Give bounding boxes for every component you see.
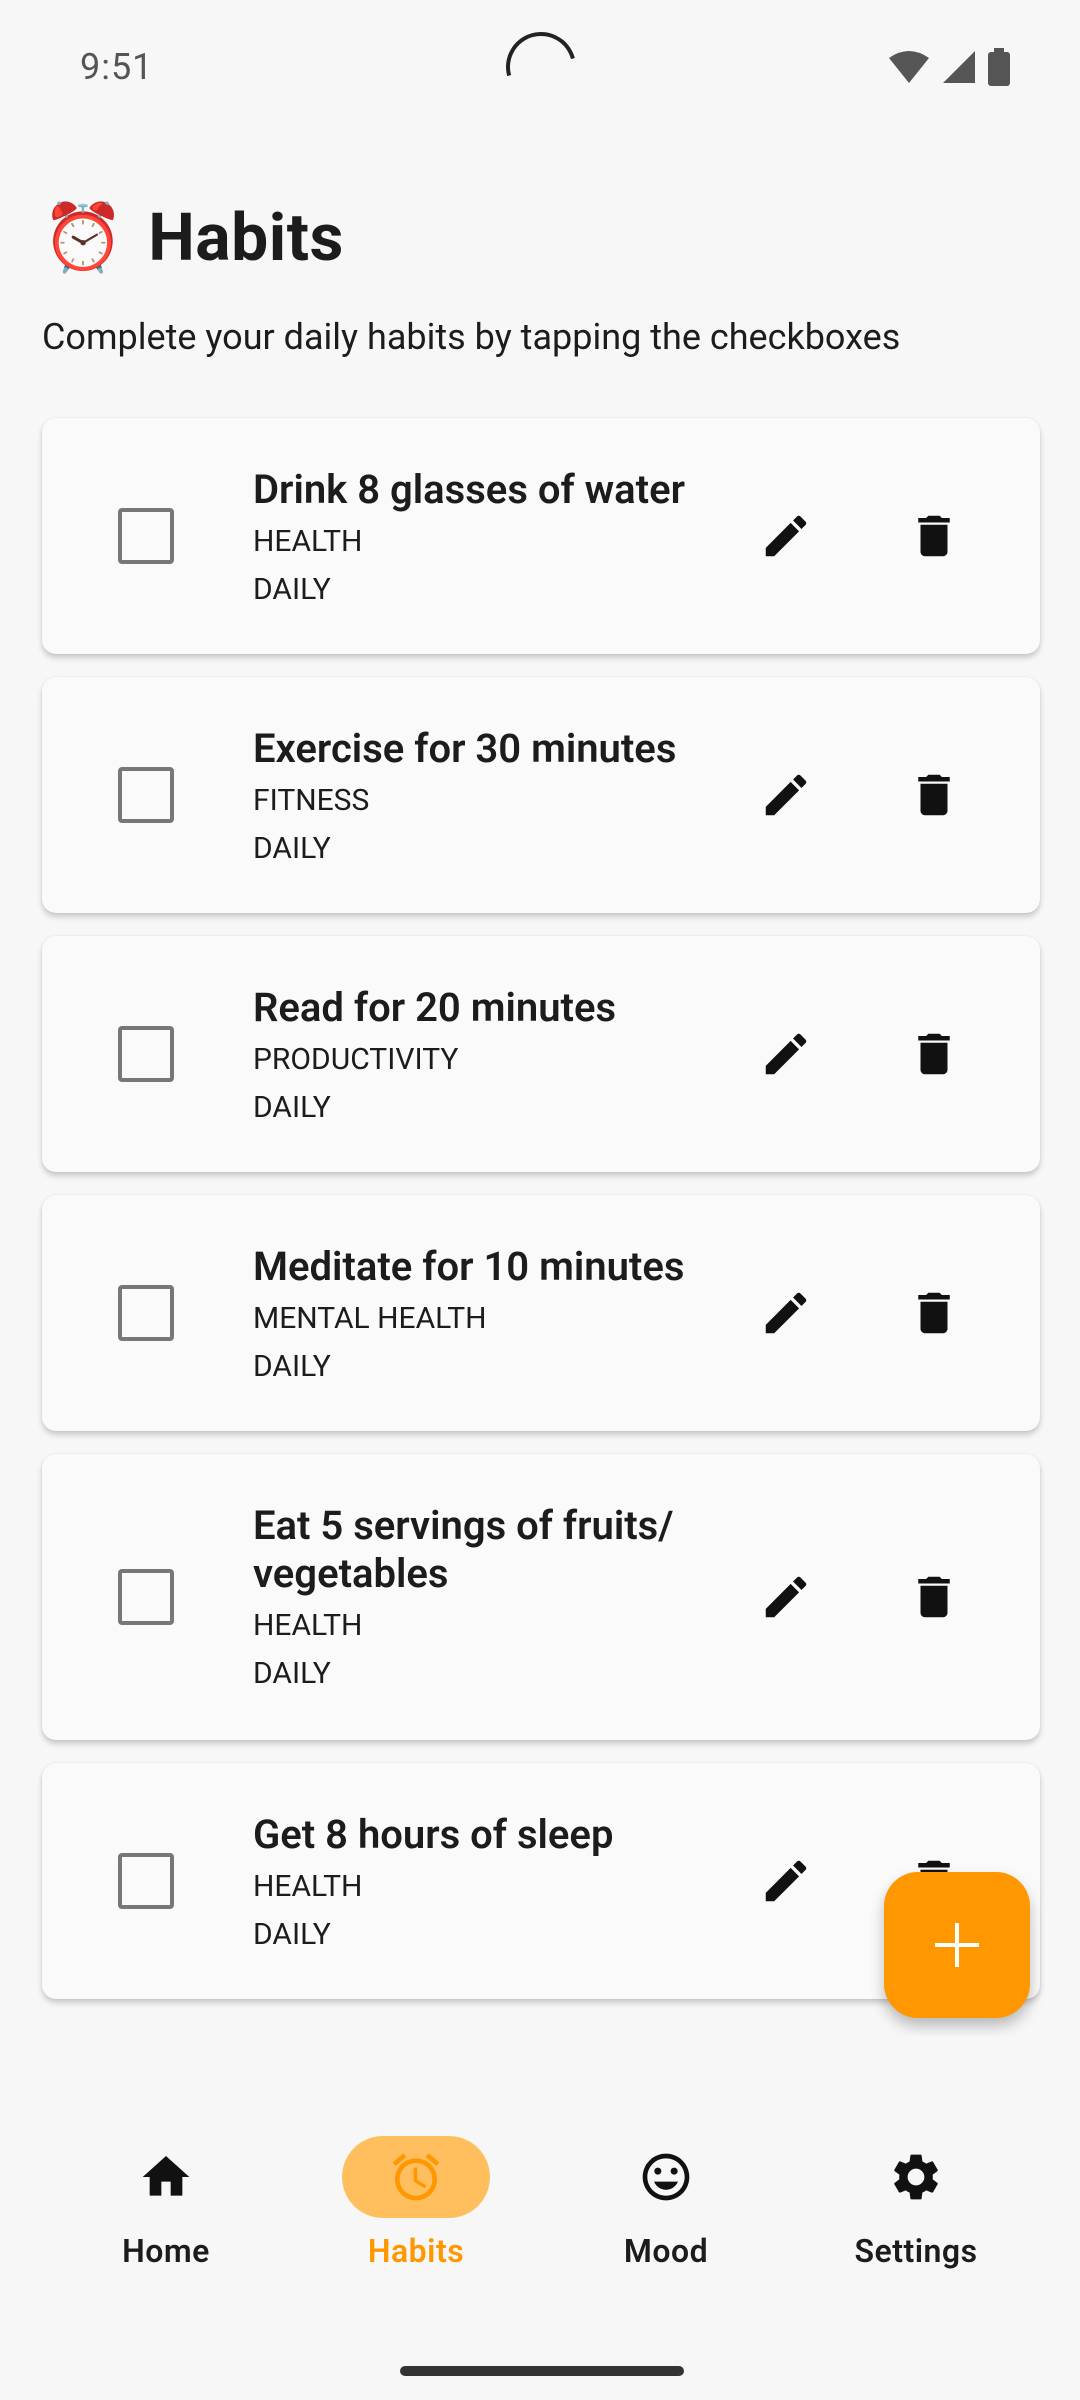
habit-title: Exercise for 30 minutes [253,725,677,772]
screen: 9:51 ⏰ Habits Complete your daily habits… [0,0,1080,2400]
habit-category: HEALTH [253,1869,363,1904]
edit-button[interactable] [754,1022,818,1086]
home-icon [142,2156,190,2196]
habit-frequency: DAILY [253,1349,331,1384]
habit-frequency: DAILY [253,1917,331,1952]
nav-icon-container [342,2136,490,2218]
status-time: 9:51 [80,46,154,88]
cell-signal-icon [942,50,976,88]
habit-frequency: DAILY [253,831,331,866]
habit-title: Meditate for 10 minutes [253,1243,685,1290]
pencil-icon [765,1292,807,1334]
battery-icon [988,48,1010,90]
edit-button[interactable] [754,1565,818,1629]
nav-label: Mood [623,2232,709,2270]
habit-texts: Drink 8 glasses of water HEALTH DAILY [253,466,753,614]
status-icons [888,48,1010,90]
delete-button[interactable] [902,763,966,827]
habit-checkbox[interactable] [118,508,174,564]
alarm-clock-emoji-icon: ⏰ [42,199,125,277]
gear-icon [894,2154,938,2200]
habit-checkbox[interactable] [118,1285,174,1341]
nav-label: Habits [367,2232,465,2270]
bottom-navigation: Home Habits Mood Settings [0,2036,1080,2400]
edit-button[interactable] [754,504,818,568]
habit-checkbox[interactable] [118,1569,174,1625]
trash-icon [918,1576,950,1618]
delete-button[interactable] [902,504,966,568]
nav-icon-container [842,2136,990,2218]
habit-texts: Read for 20 minutes PRODUCTIVITY DAILY [253,984,753,1132]
habit-texts: Exercise for 30 minutes FITNESS DAILY [253,725,753,873]
pencil-icon [765,774,807,816]
edit-button[interactable] [754,1849,818,1913]
habit-title: Eat 5 servings of fruits/ vegetables [253,1502,674,1597]
alarm-clock-icon [392,2153,440,2201]
pencil-icon [765,515,807,557]
pencil-icon [765,1033,807,1075]
home-gesture-bar[interactable] [400,2366,684,2376]
habit-checkbox[interactable] [118,1853,174,1909]
add-habit-button[interactable] [884,1872,1030,2018]
trash-icon [918,1292,950,1334]
nav-item-settings[interactable]: Settings [816,2136,1016,2270]
nav-icon-container [92,2136,240,2218]
delete-button[interactable] [902,1565,966,1629]
page-title: Habits [148,200,344,277]
page-header: ⏰ Habits [42,200,344,277]
nav-label: Settings [854,2232,978,2270]
habit-title: Get 8 hours of sleep [253,1811,614,1858]
smiley-icon [642,2153,690,2201]
habit-frequency: DAILY [253,1090,331,1125]
habit-card: Drink 8 glasses of water HEALTH DAILY [42,418,1040,654]
habit-category: MENTAL HEALTH [253,1301,487,1336]
habit-title: Drink 8 glasses of water [253,466,685,513]
habit-frequency: DAILY [253,572,331,607]
habit-frequency: DAILY [253,1656,331,1691]
habit-checkbox[interactable] [118,1026,174,1082]
status-bar: 9:51 [0,0,1080,136]
habit-category: HEALTH [253,524,363,559]
habit-card: Exercise for 30 minutes FITNESS DAILY [42,677,1040,913]
nav-item-habits[interactable]: Habits [316,2136,516,2270]
habit-card: Meditate for 10 minutes MENTAL HEALTH DA… [42,1195,1040,1431]
wifi-icon [888,50,930,88]
page-subtitle: Complete your daily habits by tapping th… [42,316,901,358]
delete-button[interactable] [902,1281,966,1345]
trash-icon [918,515,950,557]
nav-item-mood[interactable]: Mood [566,2136,766,2270]
habit-card: Eat 5 servings of fruits/ vegetables HEA… [42,1454,1040,1740]
nav-icon-container [592,2136,740,2218]
habit-texts: Meditate for 10 minutes MENTAL HEALTH DA… [253,1243,753,1391]
edit-button[interactable] [754,1281,818,1345]
habit-texts: Eat 5 servings of fruits/ vegetables HEA… [253,1502,753,1698]
habit-title: Read for 20 minutes [253,984,617,1031]
trash-icon [918,1033,950,1075]
nav-label: Home [122,2232,210,2270]
habit-list: Drink 8 glasses of water HEALTH DAILY Ex… [42,418,1040,2022]
habit-category: HEALTH [253,1608,363,1643]
pencil-icon [765,1576,807,1618]
trash-icon [918,774,950,816]
habit-category: FITNESS [253,783,370,818]
habit-card: Read for 20 minutes PRODUCTIVITY DAILY [42,936,1040,1172]
camera-cutout [493,19,589,115]
pencil-icon [765,1860,807,1902]
habit-texts: Get 8 hours of sleep HEALTH DAILY [253,1811,753,1959]
edit-button[interactable] [754,763,818,827]
plus-icon [935,1923,979,1967]
nav-item-home[interactable]: Home [66,2136,266,2270]
habit-checkbox[interactable] [118,767,174,823]
delete-button[interactable] [902,1022,966,1086]
habit-category: PRODUCTIVITY [253,1042,459,1077]
